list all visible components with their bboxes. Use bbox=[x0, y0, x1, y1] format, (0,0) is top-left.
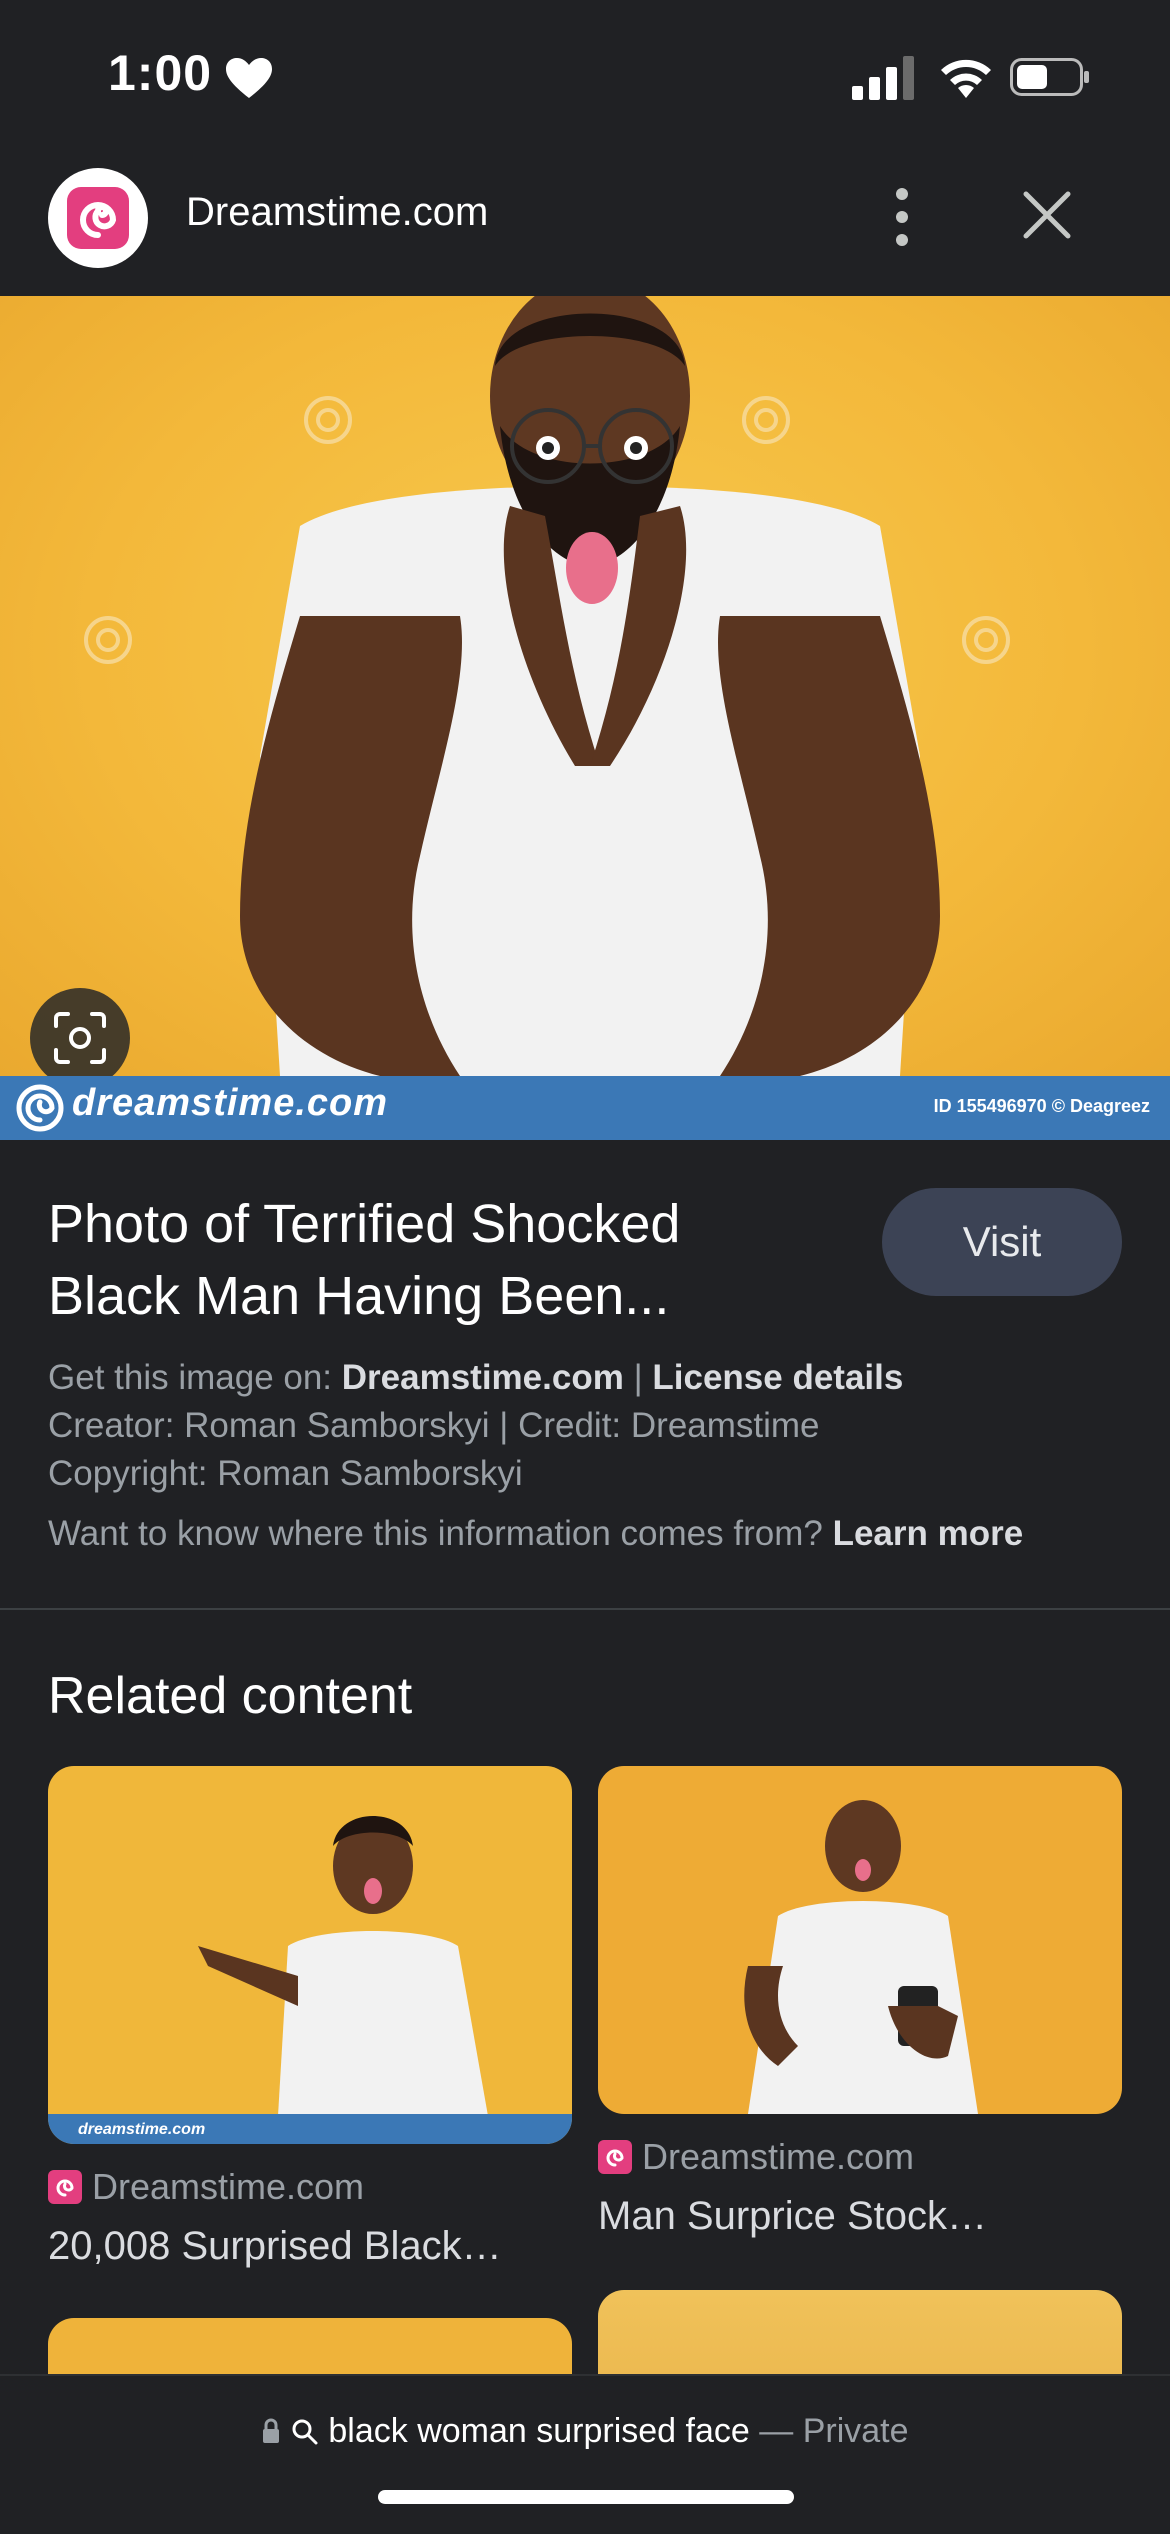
watermark-id: ID 155496970 © Deagreez bbox=[933, 1096, 1150, 1116]
related-content-heading: Related content bbox=[48, 1667, 413, 1725]
related-photo-1: dreamstime.com bbox=[48, 1766, 572, 2144]
search-icon bbox=[292, 2419, 318, 2445]
visit-button[interactable]: Visit bbox=[882, 1188, 1122, 1296]
search-query-text: black woman surprised face bbox=[328, 2412, 750, 2450]
meta-separator: | bbox=[623, 1358, 653, 1397]
creator-line: Creator: Roman Samborskyi | Credit: Drea… bbox=[48, 1406, 820, 1445]
cellular-signal-icon bbox=[852, 56, 914, 100]
copyright-line: Copyright: Roman Samborskyi bbox=[48, 1454, 523, 1493]
site-name[interactable]: Dreamstime.com bbox=[186, 190, 488, 235]
related-photo-2 bbox=[598, 1766, 1122, 2114]
hero-image[interactable] bbox=[0, 296, 1170, 1076]
lens-search-button[interactable] bbox=[30, 988, 130, 1088]
info-source-line: Want to know where this information come… bbox=[48, 1514, 1023, 1554]
lock-icon bbox=[263, 2418, 280, 2443]
get-image-line: Get this image on: Dreamstime.com | Lice… bbox=[48, 1358, 903, 1398]
related-card-source-label-2: Dreamstime.com bbox=[642, 2136, 915, 2177]
section-divider bbox=[0, 1608, 1170, 1610]
private-separator: — bbox=[749, 2412, 803, 2450]
private-label: Private bbox=[802, 2412, 909, 2450]
dreamstime-logo-icon bbox=[67, 187, 129, 249]
related-card-image-1[interactable]: dreamstime.com bbox=[48, 1766, 572, 2144]
related-card-source-2: Dreamstime.com bbox=[598, 2136, 914, 2178]
wifi-icon bbox=[941, 59, 991, 98]
license-details-link[interactable]: License details bbox=[652, 1358, 903, 1397]
get-image-site-link[interactable]: Dreamstime.com bbox=[342, 1358, 624, 1397]
watermark-brand: dreamstime.com bbox=[72, 1082, 389, 1124]
search-query-bar[interactable]: black woman surprised face — Private bbox=[0, 2412, 1170, 2451]
bottom-url-bar[interactable] bbox=[0, 2374, 1170, 2534]
close-icon[interactable] bbox=[1012, 190, 1082, 244]
image-title-line-2: Black Man Having Been... bbox=[48, 1266, 670, 1326]
heart-icon bbox=[226, 58, 272, 98]
image-title-line-1: Photo of Terrified Shocked bbox=[48, 1194, 681, 1254]
related-card-title-2[interactable]: Man Surprice Stock… bbox=[598, 2194, 987, 2239]
battery-icon bbox=[1010, 58, 1089, 96]
get-image-prefix: Get this image on: bbox=[48, 1358, 342, 1397]
related-card-image-2[interactable] bbox=[598, 1766, 1122, 2114]
related-card-title-1[interactable]: 20,008 Surprised Black… bbox=[48, 2224, 502, 2269]
hero-photo-illustration bbox=[84, 296, 1010, 1076]
status-time: 1:00 bbox=[108, 45, 213, 101]
related-card-source-label-1: Dreamstime.com bbox=[92, 2166, 365, 2207]
learn-more-link[interactable]: Learn more bbox=[833, 1514, 1024, 1553]
more-options-icon[interactable] bbox=[872, 186, 932, 248]
related-card-source-1: Dreamstime.com bbox=[48, 2166, 364, 2208]
related-watermark-1: dreamstime.com bbox=[78, 2121, 205, 2138]
dreamstime-favicon bbox=[598, 2140, 632, 2174]
site-logo[interactable] bbox=[48, 168, 148, 268]
watermark-swirl-icon bbox=[16, 1084, 64, 1132]
info-question: Want to know where this information come… bbox=[48, 1514, 833, 1553]
image-title: Photo of Terrified Shocked Black Man Hav… bbox=[48, 1188, 808, 1332]
home-indicator[interactable] bbox=[378, 2490, 794, 2504]
dreamstime-favicon bbox=[48, 2170, 82, 2204]
lens-icon bbox=[54, 1012, 106, 1064]
